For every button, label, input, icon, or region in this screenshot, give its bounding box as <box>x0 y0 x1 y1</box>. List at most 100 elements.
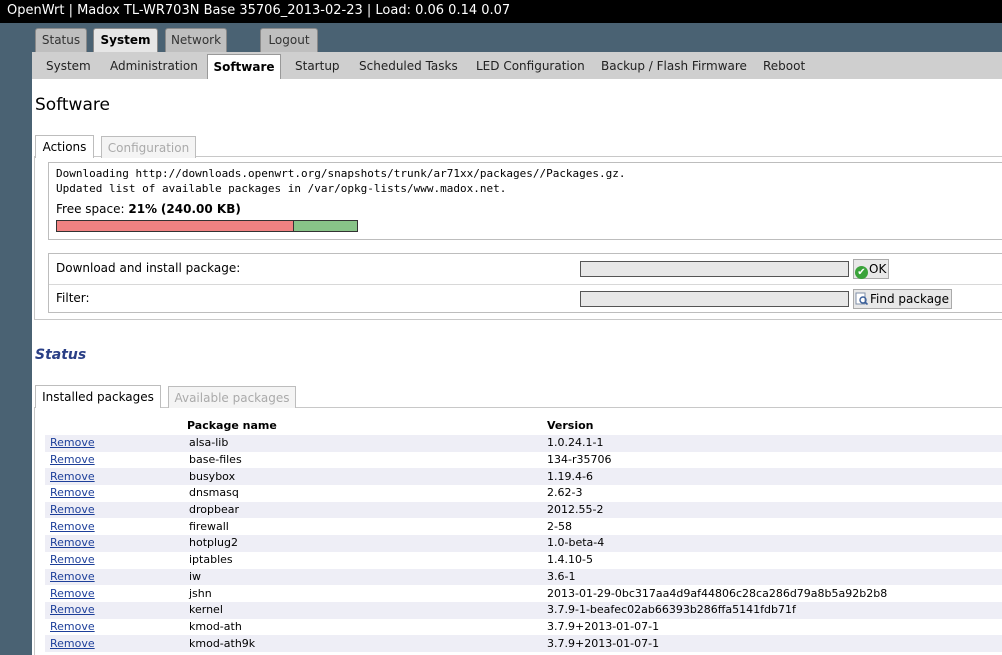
remove-cell: Remove <box>45 568 189 586</box>
download-label: Download and install package: <box>56 261 241 275</box>
remove-cell: Remove <box>45 501 189 519</box>
remove-link[interactable]: Remove <box>50 553 95 566</box>
free-space-size: (240.00 KB) <box>160 202 241 216</box>
download-package-input[interactable] <box>580 261 849 277</box>
remove-link[interactable]: Remove <box>50 570 95 583</box>
table-row: Remove kmod-ath 3.7.9+2013-01-07-1 <box>45 619 1002 636</box>
remove-cell: Remove <box>45 485 189 502</box>
header-version: Version <box>547 418 594 432</box>
table-row: Remove jshn 2013-01-29-0bc317aa4d9af44806c… <box>45 585 1002 602</box>
remove-cell: Remove <box>45 619 189 636</box>
page-title: Software <box>35 95 110 115</box>
table-header-row: Package name Version <box>45 415 1002 435</box>
packages-table: Package name Version Remove alsa-lib 1.0.2… <box>45 415 1002 652</box>
remove-cell: Remove <box>45 468 189 486</box>
tab-actions[interactable]: Actions <box>35 135 94 158</box>
remove-link[interactable]: Remove <box>50 520 95 533</box>
find-icon <box>855 292 868 305</box>
status-title: Status <box>35 347 87 363</box>
remove-cell: Remove <box>45 585 189 602</box>
remove-link[interactable]: Remove <box>50 587 95 600</box>
remove-link[interactable]: Remove <box>50 603 95 616</box>
install-form: Download and install package: ✔ OK Filter… <box>48 253 1002 313</box>
remove-link[interactable]: Remove <box>50 503 95 516</box>
remove-link[interactable]: Remove <box>50 470 95 483</box>
download-row: Download and install package: ✔ OK <box>49 254 1002 285</box>
package-name-cell: alsa-lib <box>189 435 547 452</box>
package-version-cell: 3.7.9+2013-01-07-1 <box>547 619 660 633</box>
free-space-bar <box>56 220 358 232</box>
remove-cell: Remove <box>45 535 189 552</box>
remove-link[interactable]: Remove <box>50 620 95 633</box>
table-row: Remove kernel 3.7.9-1-beafec02ab66393b286f… <box>45 601 1002 619</box>
tab-status[interactable]: Status <box>35 28 87 52</box>
package-name-cell: dnsmasq <box>189 486 239 500</box>
subtab-system[interactable]: System <box>46 52 91 79</box>
free-space-text: Free space: 21% (240.00 KB) <box>56 202 241 216</box>
package-name-cell: busybox <box>189 468 547 486</box>
package-version-cell: 1.0.24.1-1 <box>547 435 1002 452</box>
header-package-name: Package name <box>187 418 277 432</box>
package-name-cell: kernel <box>189 601 547 619</box>
table-row: Remove dropbear 2012.55-2 <box>45 501 1002 519</box>
remove-cell: Remove <box>45 552 189 569</box>
remove-link[interactable]: Remove <box>50 436 95 449</box>
package-version-cell: 2.62-3 <box>547 486 583 500</box>
remove-cell: Remove <box>45 601 189 619</box>
package-name-cell: kmod-ath <box>189 619 242 633</box>
remove-link[interactable]: Remove <box>50 486 95 499</box>
log-line: Downloading http://downloads.openwrt.org… <box>56 167 626 180</box>
remove-link[interactable]: Remove <box>50 453 95 466</box>
find-package-button[interactable]: Find package <box>853 289 953 309</box>
tab-network[interactable]: Network <box>165 28 227 52</box>
package-version-cell: 3.7.9-1-beafec02ab66393b286ffa5141fdb71f <box>547 601 1002 619</box>
subtab-startup[interactable]: Startup <box>295 52 340 79</box>
table-row: Remove alsa-lib 1.0.24.1-1 <box>45 435 1002 452</box>
subtab-reboot[interactable]: Reboot <box>763 52 805 79</box>
package-name-cell: iptables <box>189 553 233 567</box>
tab-configuration[interactable]: Configuration <box>101 136 196 158</box>
find-package-label: Find package <box>870 292 950 306</box>
table-row: Remove hotplug2 1.0-beta-4 <box>45 535 1002 552</box>
content-area: Software Actions Configuration Downloadi… <box>32 79 1002 655</box>
subtab-led-configuration[interactable]: LED Configuration <box>476 52 585 79</box>
tab-installed-packages[interactable]: Installed packages <box>35 385 161 408</box>
header-title: OpenWrt | Madox TL-WR703N Base 35706_201… <box>7 3 511 18</box>
filter-input[interactable] <box>580 291 849 307</box>
package-name-cell: base-files <box>189 453 242 467</box>
filter-row: Filter: Find package <box>49 284 1002 314</box>
tab-system[interactable]: System <box>93 28 158 53</box>
subtab-administration[interactable]: Administration <box>110 52 198 79</box>
remove-cell: Remove <box>45 435 189 452</box>
ok-button-label: OK <box>869 262 887 276</box>
package-name-cell: hotplug2 <box>189 535 547 552</box>
table-row: Remove iptables 1.4.10-5 <box>45 552 1002 569</box>
remove-link[interactable]: Remove <box>50 637 95 650</box>
subtab-backup-flash-firmware[interactable]: Backup / Flash Firmware <box>601 52 747 79</box>
subtab-scheduled-tasks[interactable]: Scheduled Tasks <box>359 52 458 79</box>
ok-button[interactable]: ✔ OK <box>853 259 890 279</box>
header-bar: OpenWrt | Madox TL-WR703N Base 35706_201… <box>0 0 1002 23</box>
package-name-cell: dropbear <box>189 501 547 519</box>
remove-cell: Remove <box>45 452 189 469</box>
package-name-cell: iw <box>189 568 547 586</box>
table-row: Remove firewall 2-58 <box>45 518 1002 535</box>
package-version-cell: 134-r35706 <box>547 453 612 467</box>
filter-label: Filter: <box>56 291 90 305</box>
package-name-cell: kmod-ath9k <box>189 635 547 652</box>
sub-tabs: System Administration Software Startup S… <box>32 52 1002 80</box>
tab-logout[interactable]: Logout <box>260 28 318 52</box>
package-version-cell: 1.19.4-6 <box>547 468 1002 486</box>
tab-available-packages[interactable]: Available packages <box>168 386 296 408</box>
remove-link[interactable]: Remove <box>50 536 95 549</box>
package-version-cell: 3.6-1 <box>547 568 1002 586</box>
free-space-label: Free space: <box>56 202 125 216</box>
table-row: Remove dnsmasq 2.62-3 <box>45 485 1002 502</box>
packages-table-body: Remove alsa-lib 1.0.24.1-1 Remove base-files… <box>45 435 1002 652</box>
package-version-cell: 3.7.9+2013-01-07-1 <box>547 635 1002 652</box>
table-row: Remove iw 3.6-1 <box>45 568 1002 586</box>
subtab-software[interactable]: Software <box>207 54 281 80</box>
free-space-used-fill <box>57 221 294 231</box>
table-row: Remove base-files 134-r35706 <box>45 452 1002 469</box>
remove-cell: Remove <box>45 635 189 652</box>
